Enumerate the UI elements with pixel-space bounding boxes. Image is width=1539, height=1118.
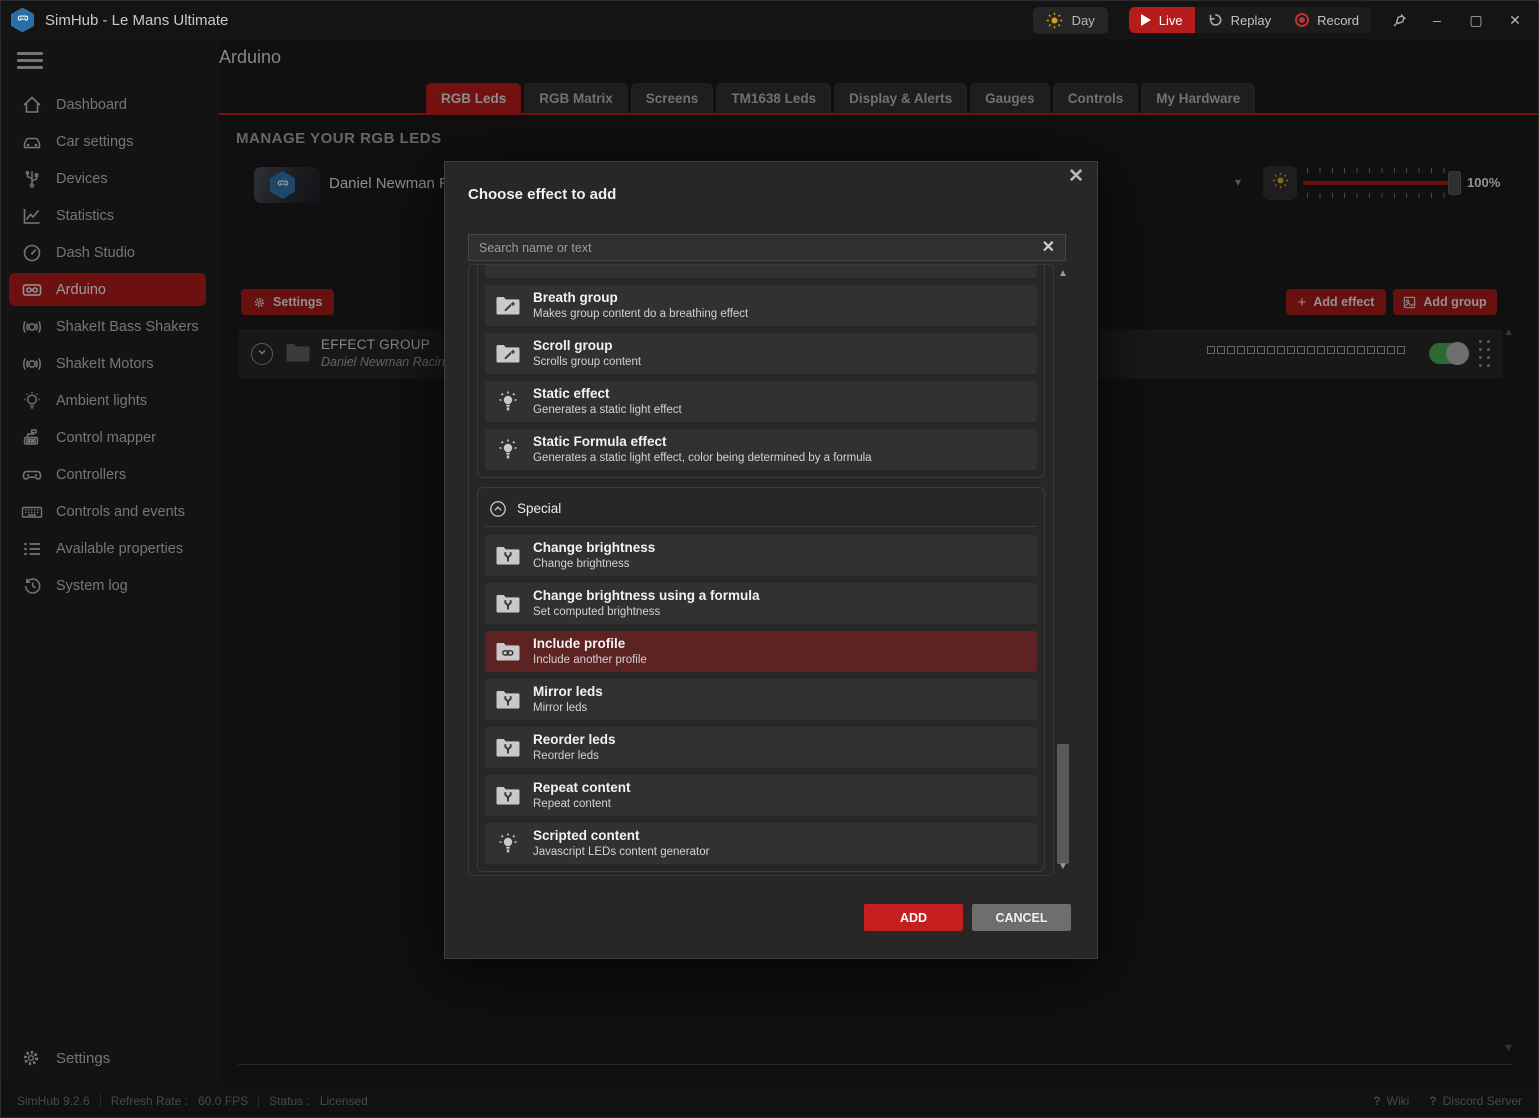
effect-option-title: Static effect [533, 387, 682, 402]
effect-option-desc: Generates a static light effect, color b… [533, 452, 872, 465]
folder-wand-icon [495, 343, 521, 364]
scroll-down-icon[interactable]: ▼ [1056, 861, 1070, 872]
live-button[interactable]: Live [1129, 7, 1195, 33]
effect-option-title: Scripted content [533, 829, 709, 844]
pin-icon[interactable] [1392, 13, 1407, 28]
effect-option-desc: Makes group content do a breathing effec… [533, 308, 748, 321]
replay-icon [1207, 12, 1223, 28]
effect-option-desc: Set computed brightness [533, 606, 760, 619]
special-section: Special Change brightness Change brightn… [477, 487, 1045, 872]
close-button[interactable]: ✕ [1506, 13, 1524, 27]
folder-fork-icon [495, 689, 521, 710]
folder-fork-icon [495, 593, 521, 614]
folder-fork-icon [495, 545, 521, 566]
clipped-item-text: Create a repetitive pattern with colored… [495, 264, 779, 278]
effect-group-section: Create a repetitive pattern with colored… [477, 264, 1045, 478]
day-label: Day [1072, 13, 1095, 28]
effect-option-title: Reorder leds [533, 733, 616, 748]
bulb-effect-icon [495, 832, 521, 856]
effect-option[interactable]: Change brightness Change brightness [485, 535, 1037, 576]
effect-option-title: Change brightness using a formula [533, 589, 760, 604]
effect-option[interactable]: Breath group Makes group content do a br… [485, 285, 1037, 326]
search-input[interactable]: Search name or text ✕ [468, 234, 1066, 261]
effect-option-desc: Reorder leds [533, 750, 616, 763]
folder-link-icon [495, 641, 521, 662]
add-button[interactable]: ADD [864, 904, 963, 931]
effect-options: Breath group Makes group content do a br… [485, 285, 1037, 470]
folder-wand-icon [495, 295, 521, 316]
minimize-button[interactable]: – [1428, 13, 1446, 27]
record-button[interactable]: Record [1283, 7, 1371, 33]
collapse-chevron-icon[interactable] [489, 500, 507, 518]
folder-fork-icon [495, 785, 521, 806]
effect-option-title: Include profile [533, 637, 647, 652]
effect-option[interactable]: Change brightness using a formula Set co… [485, 583, 1037, 624]
effect-option-clipped[interactable]: Create a repetitive pattern with colored… [485, 264, 1037, 278]
effect-option-desc: Javascript LEDs content generator [533, 846, 709, 859]
record-icon [1295, 13, 1309, 27]
effect-option-title: Mirror leds [533, 685, 603, 700]
effect-option[interactable]: Static Formula effect Generates a static… [485, 429, 1037, 470]
effect-option-desc: Scrolls group content [533, 356, 641, 369]
special-section-header[interactable]: Special [485, 495, 1037, 527]
bulb-effect-icon [495, 438, 521, 462]
effect-option[interactable]: Mirror leds Mirror leds [485, 679, 1037, 720]
effect-option[interactable]: Include profile Include another profile [485, 631, 1037, 672]
cancel-button[interactable]: CANCEL [972, 904, 1071, 931]
bulb-effect-icon [495, 390, 521, 414]
effect-option-title: Static Formula effect [533, 435, 872, 450]
search-placeholder: Search name or text [479, 241, 1042, 255]
titlebar: SimHub - Le Mans Ultimate Day Live Repla… [1, 1, 1538, 39]
effect-option-title: Change brightness [533, 541, 655, 556]
window-title: SimHub - Le Mans Ultimate [45, 12, 228, 29]
session-mode-group: Live Replay Record [1129, 7, 1371, 33]
effect-list: Create a repetitive pattern with colored… [468, 264, 1054, 876]
replay-button[interactable]: Replay [1195, 7, 1283, 33]
dialog-close-icon[interactable]: ✕ [1068, 167, 1084, 186]
effect-option-desc: Repeat content [533, 798, 631, 811]
effect-option-desc: Include another profile [533, 654, 647, 667]
effect-option-desc: Mirror leds [533, 702, 603, 715]
effect-option[interactable]: Reorder leds Reorder leds [485, 727, 1037, 768]
effect-option-title: Repeat content [533, 781, 631, 796]
effect-option[interactable]: Scroll group Scrolls group content [485, 333, 1037, 374]
day-mode-button[interactable]: Day [1033, 7, 1108, 34]
choose-effect-dialog: Choose effect to add ✕ Search name or te… [444, 161, 1098, 959]
effect-option-desc: Generates a static light effect [533, 404, 682, 417]
special-effect-options: Change brightness Change brightness Chan… [485, 535, 1037, 864]
dialog-title: Choose effect to add [468, 186, 616, 203]
folder-fork-icon [495, 737, 521, 758]
sun-icon [1046, 12, 1063, 29]
effect-option[interactable]: Static effect Generates a static light e… [485, 381, 1037, 422]
simhub-logo-icon [11, 8, 34, 33]
clear-search-icon[interactable]: ✕ [1042, 240, 1055, 256]
effect-option[interactable]: Scripted content Javascript LEDs content… [485, 823, 1037, 864]
maximize-button[interactable]: ▢ [1467, 13, 1485, 27]
effect-option-title: Scroll group [533, 339, 641, 354]
scroll-up-icon[interactable]: ▲ [1056, 268, 1070, 279]
effect-option[interactable]: Repeat content Repeat content [485, 775, 1037, 816]
scrollbar-thumb[interactable] [1057, 744, 1069, 864]
play-icon [1141, 14, 1151, 26]
simhub-window: SimHub - Le Mans Ultimate Day Live Repla… [0, 0, 1539, 1118]
list-scrollbar[interactable]: ▲ ▼ [1056, 264, 1070, 876]
effect-option-desc: Change brightness [533, 558, 655, 571]
effect-option-title: Breath group [533, 291, 748, 306]
